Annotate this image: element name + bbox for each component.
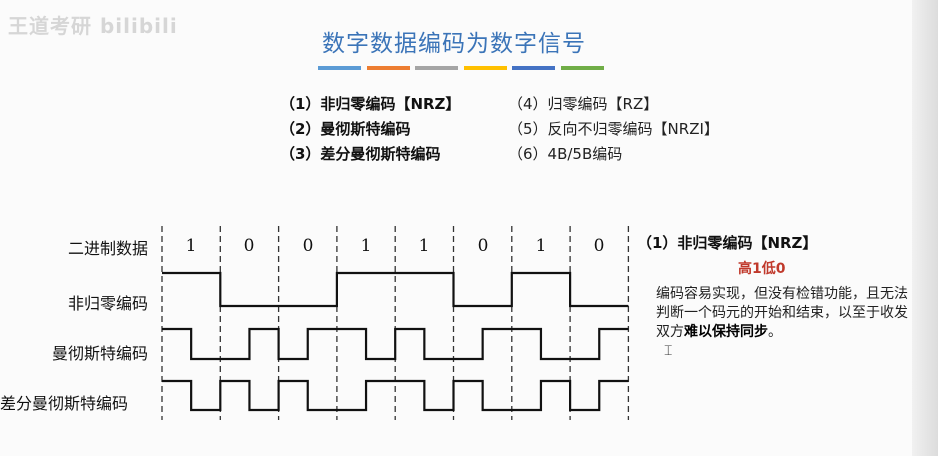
encoding-waveforms: [161, 226, 630, 420]
cursor-icon: ⌶: [664, 343, 673, 359]
panel-subheading: 高1低0: [738, 261, 786, 277]
manchester-waveform: [162, 327, 629, 361]
panel-heading: （1）非归零编码【NRZ】: [637, 234, 818, 252]
panel-emphasis: 难以保持同步: [684, 324, 768, 340]
panel-description: 编码容易实现，但没有检错功能，且无法判断一个码元的开始和结束，以至于收发双方难以…: [656, 286, 908, 340]
diff-manchester-waveform: [162, 379, 629, 412]
